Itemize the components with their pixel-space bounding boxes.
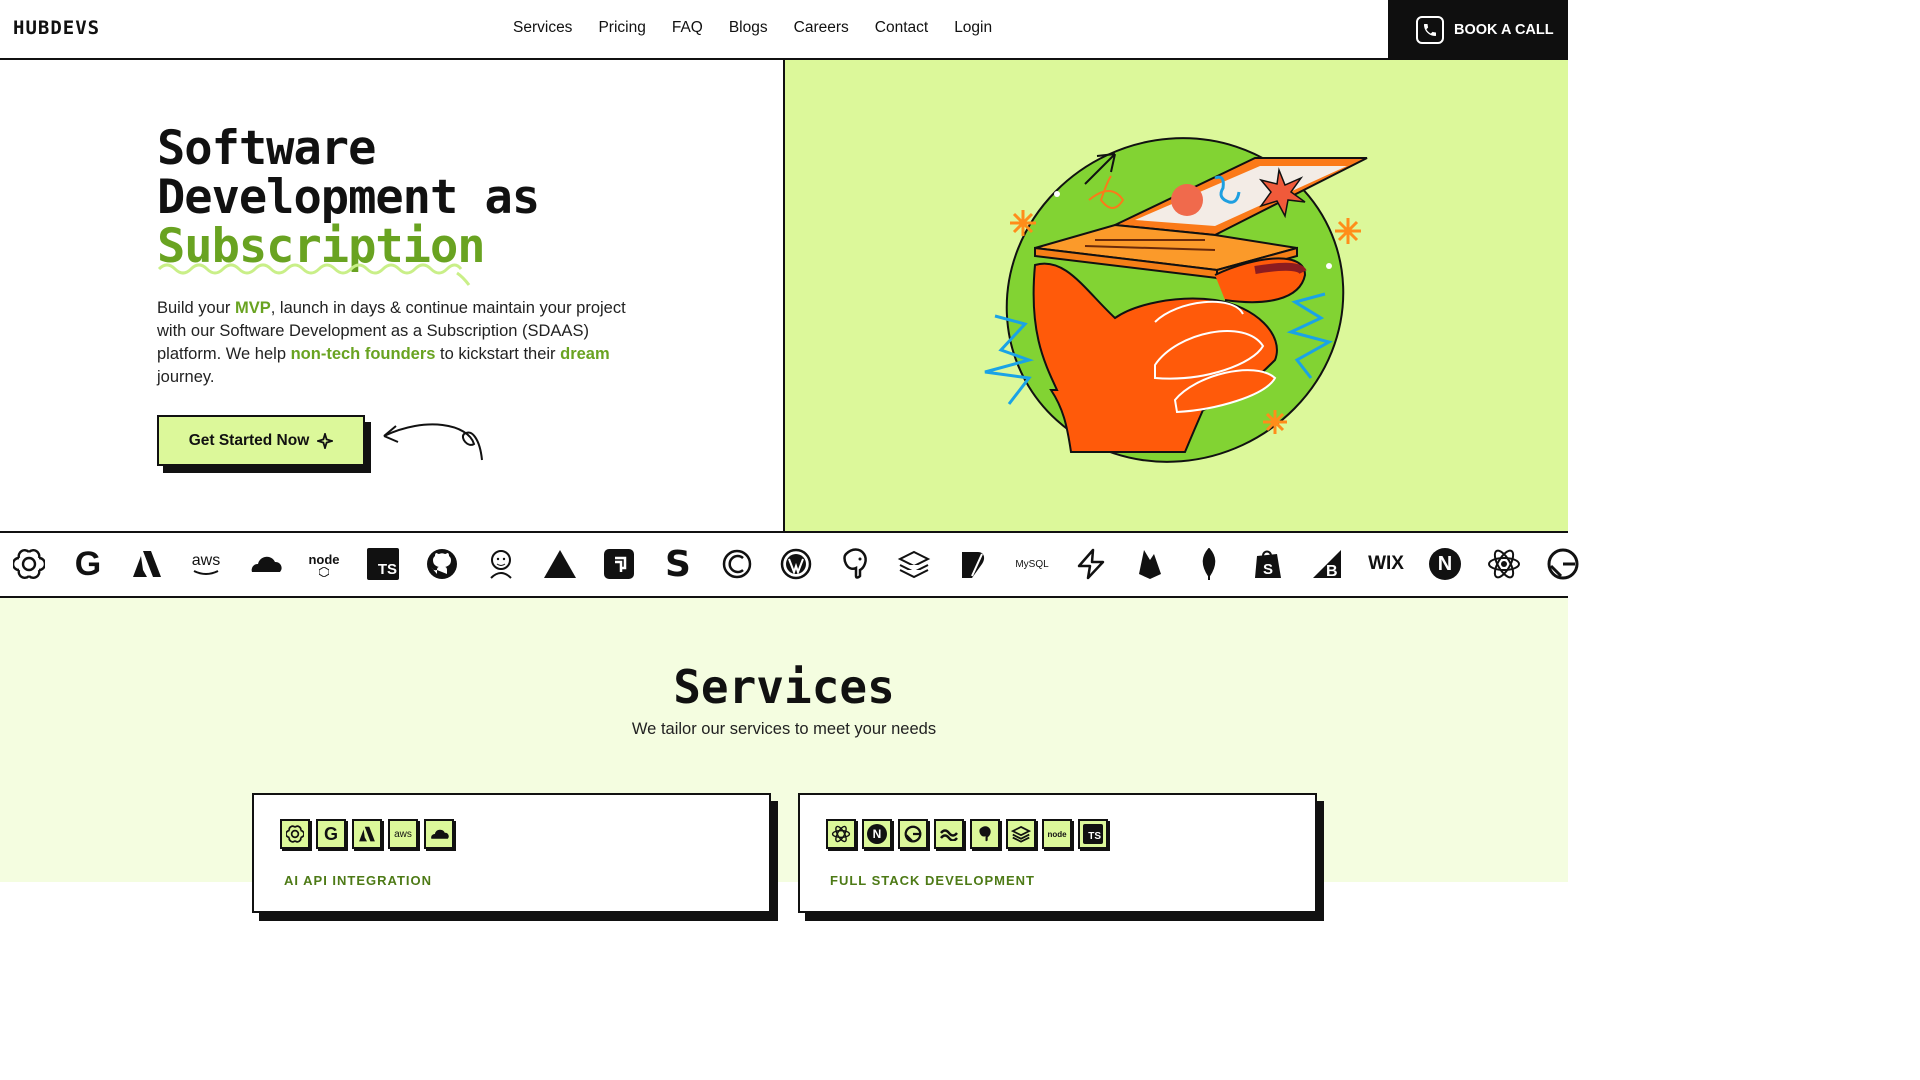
cypress-icon <box>720 546 754 582</box>
services-subtitle: We tailor our services to meet your need… <box>631 720 937 738</box>
services-title: Services <box>673 660 895 714</box>
aws-icon: aws <box>388 819 418 849</box>
hero-illustration-panel <box>785 60 1568 532</box>
cloudflare-icon <box>424 819 454 849</box>
shopify-icon: S <box>1251 546 1285 582</box>
hero-title: Software Development as Subscription <box>157 121 540 271</box>
stack-icon <box>897 546 931 582</box>
svg-text:B: B <box>1326 563 1338 580</box>
cloudflare-icon <box>248 546 282 582</box>
desc-highlight-founders: non-tech founders <box>290 345 436 363</box>
nav-item-pricing[interactable]: Pricing <box>598 19 645 37</box>
nav-item-contact[interactable]: Contact <box>875 19 928 37</box>
typescript-text: TS <box>367 548 399 580</box>
tailwind-icon <box>934 819 964 849</box>
hand-laptop-illustration <box>984 137 1368 463</box>
openai-icon <box>280 819 310 849</box>
get-started-label: Get Started Now <box>188 431 310 449</box>
azure-icon <box>130 546 164 582</box>
gatsby-icon <box>1546 546 1580 582</box>
wix-icon: WIX <box>1368 546 1404 582</box>
hero-text-panel: Software Development as Subscription Bui… <box>0 60 785 532</box>
desc-highlight-dream: dream <box>560 345 610 363</box>
postgresql-icon <box>970 819 1000 849</box>
bigcommerce-icon: B <box>1310 546 1344 582</box>
node-icon: node <box>307 546 341 582</box>
card-tech-chips: G aws <box>280 819 454 849</box>
phone-icon <box>1416 16 1444 44</box>
site-logo[interactable]: HUBDEVS <box>13 17 100 39</box>
mysql-text: MySQL <box>1015 558 1049 570</box>
node-text: node <box>1047 829 1067 839</box>
service-card-ai[interactable]: G aws AI API INTEGRATION <box>252 793 771 913</box>
stripe-icon: S <box>665 543 691 585</box>
service-card-label: AI API INTEGRATION <box>284 873 432 888</box>
mysql-icon: MySQL <box>1015 546 1049 582</box>
tech-logo-strip: G aws node TS S MySQL S B WIX N <box>0 531 1579 598</box>
github-icon <box>425 546 459 582</box>
openai-icon <box>12 546 46 582</box>
nav-item-services[interactable]: Services <box>513 19 572 37</box>
google-icon: G <box>74 544 102 583</box>
book-call-button[interactable]: BOOK A CALL <box>1388 0 1568 60</box>
desc-highlight-mvp: MVP <box>234 299 271 317</box>
desc-part: Build your <box>157 299 235 317</box>
azure-icon <box>352 819 382 849</box>
book-call-label: BOOK A CALL <box>1454 22 1554 38</box>
nextjs-text: N <box>1429 548 1461 580</box>
typescript-text: TS <box>1083 824 1103 844</box>
nav-item-blogs[interactable]: Blogs <box>729 19 768 37</box>
desc-part: to kickstart their <box>435 345 561 363</box>
node-text: node <box>308 551 340 567</box>
react-icon <box>1487 546 1521 582</box>
hero-description: Build your MVP, launch in days & continu… <box>157 297 627 389</box>
google-icon: G <box>316 819 346 849</box>
firebase-icon <box>1133 546 1167 582</box>
typescript-icon: TS <box>1078 819 1108 849</box>
postgresql-icon <box>838 546 872 582</box>
typescript-icon: TS <box>366 546 400 582</box>
svg-text:S: S <box>1263 561 1273 578</box>
top-nav: HUBDEVS Services Pricing FAQ Blogs Caree… <box>0 0 1568 60</box>
desc-part: journey. <box>157 368 215 386</box>
squiggle-underline-icon <box>157 263 471 286</box>
node-icon: node <box>1042 819 1072 849</box>
nav-item-login[interactable]: Login <box>954 19 992 37</box>
aws-icon: aws <box>189 546 223 582</box>
react-icon <box>826 819 856 849</box>
aws-text: aws <box>191 552 221 569</box>
vercel-icon <box>543 546 577 582</box>
curved-arrow-icon <box>383 423 483 461</box>
nextjs-icon: N <box>1428 546 1462 582</box>
tech-logo-row: G aws node TS S MySQL S B WIX N <box>12 543 1580 585</box>
aws-text: aws <box>394 828 412 840</box>
nav-menu: Services Pricing FAQ Blogs Careers Conta… <box>513 19 992 37</box>
nav-item-faq[interactable]: FAQ <box>672 19 703 37</box>
supabase-icon <box>1074 546 1108 582</box>
nextjs-icon: N <box>862 819 892 849</box>
hero-title-line-2: Development as <box>157 170 540 225</box>
service-card-fullstack[interactable]: N node TS FULL STACK DEVELOPMENT <box>798 793 1317 913</box>
gatsby-icon <box>898 819 928 849</box>
get-started-button[interactable]: Get Started Now <box>157 415 365 466</box>
stack-icon <box>1006 819 1036 849</box>
sparkle-icon <box>317 432 334 449</box>
mongodb-icon <box>1192 546 1226 582</box>
nav-item-careers[interactable]: Careers <box>794 19 849 37</box>
jenkins-icon <box>484 546 518 582</box>
hero-title-line-1: Software <box>157 121 376 176</box>
wordpress-icon <box>779 546 813 582</box>
services-section: Services We tailor our services to meet … <box>0 598 1568 921</box>
card-tech-chips: N node TS <box>826 819 1108 849</box>
feather-icon <box>956 546 990 582</box>
service-card-label: FULL STACK DEVELOPMENT <box>830 873 1035 888</box>
appwrite-icon <box>602 546 636 582</box>
nextjs-text: N <box>867 824 887 844</box>
wix-text: WIX <box>1368 553 1404 574</box>
